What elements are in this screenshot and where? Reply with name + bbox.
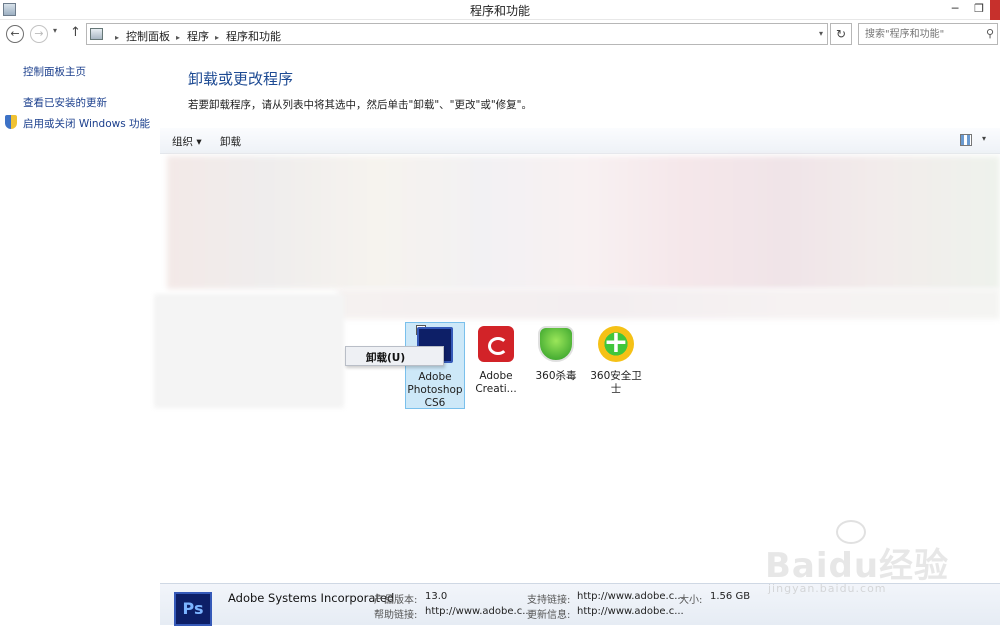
support-link-value[interactable]: http://www.adobe.c... xyxy=(577,591,684,602)
window-title: 程序和功能 xyxy=(469,4,530,18)
breadcrumb-programs[interactable]: 程序 xyxy=(187,28,209,44)
obscured-program-list xyxy=(338,289,1000,319)
uninstall-button[interactable]: 卸载 xyxy=(220,134,241,149)
view-options-icon[interactable] xyxy=(960,134,972,146)
program-item-360-security[interactable]: 360安全卫士 xyxy=(586,322,646,396)
back-button[interactable]: ← xyxy=(6,25,24,43)
forward-button[interactable]: → xyxy=(30,25,48,43)
program-name: Photoshop xyxy=(407,384,463,396)
address-box[interactable]: ▸ 控制面板 ▸ 程序 ▸ 程序和功能 ▾ xyxy=(86,23,828,45)
windows-features-link[interactable]: 启用或关闭 Windows 功能 xyxy=(23,116,150,131)
page-description: 若要卸载程序，请从列表中将其选中，然后单击"卸载"、"更改"或"修复"。 xyxy=(188,99,532,111)
control-panel-icon xyxy=(90,28,103,40)
recent-locations-button[interactable]: ▾ xyxy=(53,26,57,35)
program-name: Adobe xyxy=(479,370,513,382)
title-bar: 程序和功能 ─ ❐ xyxy=(0,0,1000,20)
size-label: 大小: xyxy=(679,595,703,606)
watermark-brand: Baidu经验 xyxy=(765,546,950,586)
360-security-icon xyxy=(598,326,634,362)
address-bar: ← → ▾ ↑ ▸ 控制面板 ▸ 程序 ▸ 程序和功能 ▾ ↻ ⚲ xyxy=(0,21,1000,47)
left-navigation: 控制面板主页 查看已安装的更新 启用或关闭 Windows 功能 xyxy=(0,48,160,583)
help-link-value[interactable]: http://www.adobe.c... xyxy=(425,606,532,617)
product-version-label: 产品版本: xyxy=(374,595,418,606)
product-version-value: 13.0 xyxy=(425,591,448,602)
support-link-label: 支持链接: xyxy=(527,595,571,606)
program-name: Adobe xyxy=(418,371,452,383)
view-installed-updates-link[interactable]: 查看已安装的更新 xyxy=(23,95,107,110)
program-item-creative-cloud[interactable]: Adobe Creati... xyxy=(466,322,526,396)
shield-icon xyxy=(5,115,17,129)
publisher-name: Adobe Systems Incorporated xyxy=(228,591,395,605)
program-name: Creati... xyxy=(475,383,517,395)
breadcrumb-separator-icon[interactable]: ▸ xyxy=(176,33,180,42)
context-menu-uninstall[interactable]: 卸载(U) xyxy=(366,350,405,365)
minimize-button[interactable]: ─ xyxy=(944,0,966,20)
breadcrumb-programs-and-features[interactable]: 程序和功能 xyxy=(226,28,281,44)
program-name: 360安全卫士 xyxy=(590,370,642,395)
command-toolbar: 组织 ▾ 卸载 ▾ xyxy=(160,128,1000,154)
chevron-down-icon[interactable]: ▾ xyxy=(819,29,823,38)
creative-cloud-icon xyxy=(478,326,514,362)
breadcrumb-control-panel[interactable]: 控制面板 xyxy=(126,28,170,44)
obscured-program-list xyxy=(154,294,344,408)
refresh-button[interactable]: ↻ xyxy=(830,23,852,45)
photoshop-icon: Ps xyxy=(174,592,212,626)
search-box[interactable]: ⚲ xyxy=(858,23,998,45)
context-menu: 卸载(U) xyxy=(345,346,444,366)
view-dropdown-icon[interactable]: ▾ xyxy=(982,134,986,143)
up-button[interactable]: ↑ xyxy=(70,25,81,40)
breadcrumb-separator-icon[interactable]: ▸ xyxy=(115,33,119,42)
360-antivirus-icon xyxy=(538,326,574,362)
obscured-program-list xyxy=(167,156,1000,289)
baidu-watermark: Baidu经验 jingyan.baidu.com xyxy=(760,520,960,605)
size-value: 1.56 GB xyxy=(710,591,751,602)
program-name: CS6 xyxy=(424,397,446,409)
program-name: 360杀毒 xyxy=(535,370,577,382)
program-item-360-antivirus[interactable]: 360杀毒 xyxy=(526,322,586,383)
breadcrumb-separator-icon[interactable]: ▸ xyxy=(215,33,219,42)
help-link-label: 帮助链接: xyxy=(374,610,418,621)
search-input[interactable] xyxy=(865,24,985,44)
breadcrumb: ▸ 控制面板 ▸ 程序 ▸ 程序和功能 xyxy=(109,28,281,44)
control-panel-home-link[interactable]: 控制面板主页 xyxy=(23,64,86,79)
restore-button[interactable]: ❐ xyxy=(968,0,990,20)
update-info-value[interactable]: http://www.adobe.c... xyxy=(577,606,684,617)
close-button[interactable] xyxy=(990,0,1000,20)
page-title: 卸载或更改程序 xyxy=(188,70,294,88)
watermark-url: jingyan.baidu.com xyxy=(768,582,887,595)
update-info-label: 更新信息: xyxy=(527,610,571,621)
organize-button[interactable]: 组织 ▾ xyxy=(172,134,202,149)
search-icon[interactable]: ⚲ xyxy=(986,27,994,40)
